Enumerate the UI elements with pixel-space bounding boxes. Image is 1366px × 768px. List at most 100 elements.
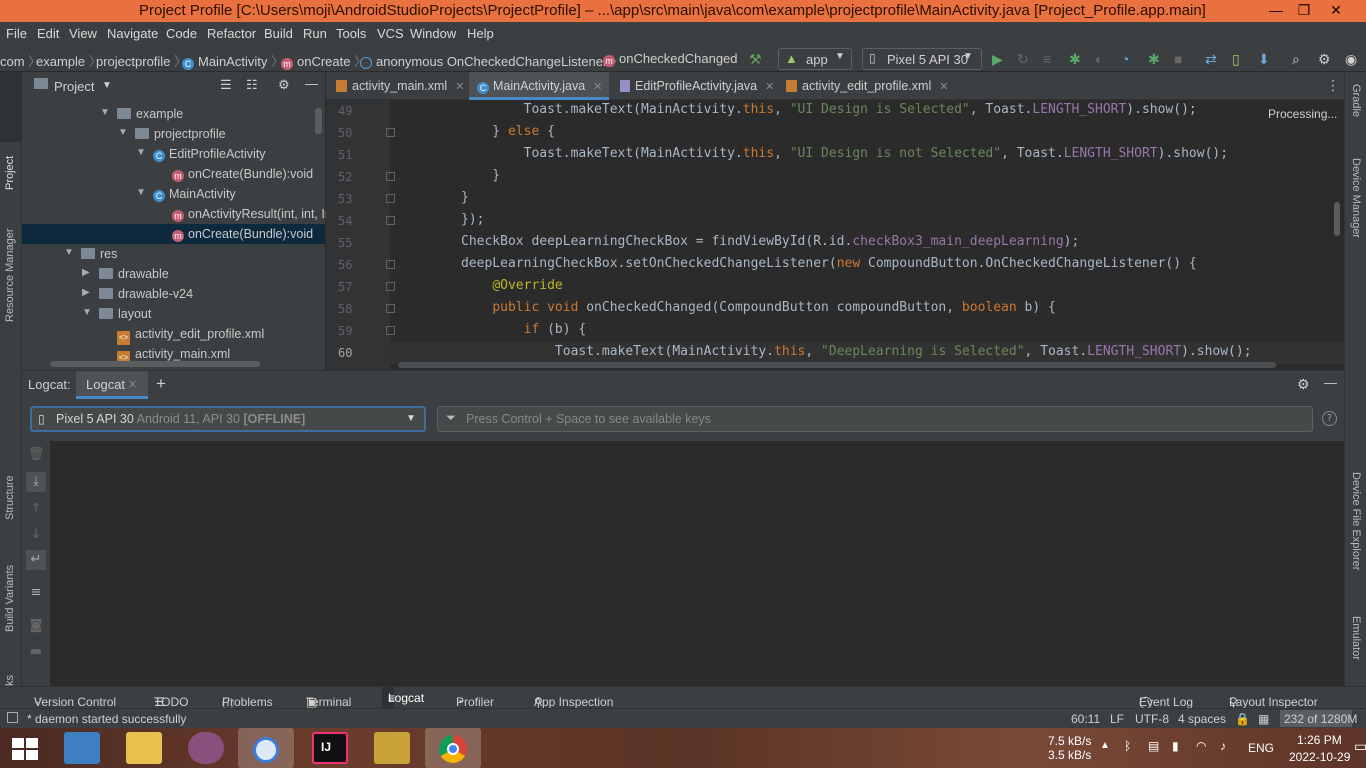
tree-item-onactivityresult[interactable]: m onActivityResult(int, int, In: [22, 204, 332, 224]
tool-window-emulator[interactable]: Emulator: [1350, 616, 1362, 660]
tool-window-device-file-explorer[interactable]: Device File Explorer: [1350, 472, 1362, 570]
hide-panel-icon[interactable]: —: [1324, 375, 1337, 390]
menu-help[interactable]: Help: [467, 26, 494, 41]
tree-item-projectprofile[interactable]: ▼ projectprofile: [22, 124, 325, 144]
profile-icon[interactable]: ◔: [1121, 51, 1129, 67]
code-line[interactable]: public void onCheckedChanged(CompoundBut…: [461, 300, 1056, 315]
breadcrumb-oncreate[interactable]: onCreate: [297, 54, 350, 69]
search-icon[interactable]: ⌕: [1292, 51, 1300, 67]
indent-setting[interactable]: 4 spaces: [1178, 712, 1226, 726]
breadcrumb-mainactivity[interactable]: MainActivity: [198, 54, 267, 69]
network-icon[interactable]: ▤: [1148, 739, 1159, 753]
file-explorer-icon[interactable]: [126, 732, 162, 764]
project-panel-title[interactable]: Project: [54, 79, 94, 94]
tool-window-gradle[interactable]: Gradle: [1350, 84, 1362, 117]
device-manager-icon[interactable]: ▯: [1232, 51, 1240, 67]
tree-item-layout[interactable]: ▼ layout: [22, 304, 325, 324]
fold-marker[interactable]: [386, 260, 395, 269]
wifi-icon[interactable]: ◠: [1196, 739, 1206, 753]
run-icon[interactable]: ▶: [992, 51, 1003, 67]
close-window-button[interactable]: ✕: [1318, 0, 1354, 22]
chrome-taskbar-active[interactable]: [425, 728, 481, 768]
folder-app-icon[interactable]: [374, 732, 410, 764]
fold-marker[interactable]: [386, 172, 395, 181]
tree-item-mainactivity[interactable]: ▼ C MainActivity: [22, 184, 325, 204]
android-studio-icon[interactable]: ◉: [1345, 51, 1357, 67]
file-encoding[interactable]: UTF-8: [1135, 712, 1169, 726]
screenshot-icon[interactable]: ◙: [26, 616, 46, 636]
tool-window-build-variants[interactable]: Build Variants: [4, 565, 16, 632]
line-separator[interactable]: LF: [1110, 712, 1124, 726]
tree-item-example[interactable]: ▼ example: [22, 104, 325, 124]
maximize-button[interactable]: ❐: [1286, 0, 1322, 22]
tab-editprofileactivity-java[interactable]: EditProfileActivity.java ✕: [610, 72, 775, 100]
clock-date[interactable]: 2022-10-29: [1289, 750, 1350, 764]
tree-item-drawable-v24[interactable]: ▶ drawable-v24: [22, 284, 325, 304]
notifications-icon[interactable]: ▭: [1354, 738, 1366, 755]
attach-debugger-icon[interactable]: ◐: [1095, 51, 1103, 67]
tree-item-oncreate-selected[interactable]: m onCreate(Bundle):void: [22, 224, 325, 244]
tree-item-activity-edit-profile-xml[interactable]: <> activity_edit_profile.xml: [22, 324, 325, 345]
menu-tools[interactable]: Tools: [336, 26, 366, 41]
horizontal-scrollbar[interactable]: [50, 361, 260, 367]
tree-item-oncreate[interactable]: m onCreate(Bundle):void: [22, 164, 325, 184]
run-config-selector[interactable]: ▲ app ▼: [778, 48, 852, 70]
help-icon[interactable]: ?: [1322, 411, 1337, 426]
screen-record-icon[interactable]: ▬: [26, 642, 46, 662]
menu-edit[interactable]: Edit: [37, 26, 59, 41]
menu-navigate[interactable]: Navigate: [107, 26, 158, 41]
fold-marker[interactable]: [386, 194, 395, 203]
lock-icon[interactable]: 🔒: [1235, 712, 1250, 726]
tool-window-structure[interactable]: Structure: [4, 475, 16, 520]
close-icon[interactable]: ✕: [765, 81, 774, 93]
code-line[interactable]: Toast.makeText(MainActivity.this, "UI De…: [461, 102, 1197, 117]
tab-activity-main-xml[interactable]: activity_main.xml ✕: [326, 72, 468, 100]
code-line[interactable]: @Override: [461, 278, 562, 293]
settings-gear-icon[interactable]: ⚙: [1297, 376, 1310, 393]
breadcrumb-anonymous-listener[interactable]: anonymous OnCheckedChangeListener: [376, 54, 607, 69]
settings-gear-icon[interactable]: ⚙: [1318, 51, 1331, 67]
expand-all-icon[interactable]: ☰: [220, 77, 232, 93]
volume-icon[interactable]: ♪: [1220, 739, 1226, 753]
chevron-down-icon[interactable]: ▼: [102, 80, 112, 91]
code-line[interactable]: }: [461, 168, 500, 183]
horizontal-scrollbar[interactable]: [398, 362, 1276, 368]
tree-item-res[interactable]: ▼ res: [22, 244, 325, 264]
sdk-manager-icon[interactable]: ⬇: [1258, 51, 1270, 67]
fold-marker[interactable]: [386, 304, 395, 313]
tab-logcat[interactable]: ≡ Logcat: [382, 687, 424, 709]
tool-window-resource-manager[interactable]: Resource Manager: [4, 228, 16, 322]
tree-item-drawable[interactable]: ▶ drawable: [22, 264, 325, 284]
breadcrumb-com[interactable]: com: [0, 54, 25, 69]
battery-icon[interactable]: ▮: [1172, 739, 1179, 753]
close-icon[interactable]: ✕: [593, 81, 602, 93]
windows-start-icon[interactable]: [12, 738, 38, 760]
hide-panel-icon[interactable]: —: [305, 76, 318, 91]
menu-window[interactable]: Window: [410, 26, 456, 41]
fold-marker[interactable]: [386, 282, 395, 291]
breadcrumb-example[interactable]: example: [36, 54, 85, 69]
tab-activity-edit-profile-xml[interactable]: activity_edit_profile.xml ✕: [776, 72, 956, 100]
menu-run[interactable]: Run: [303, 26, 327, 41]
vertical-scrollbar[interactable]: [1334, 202, 1340, 236]
vertical-scrollbar[interactable]: [315, 108, 322, 134]
collapse-all-icon[interactable]: ☷: [246, 77, 258, 93]
snipping-tool-icon[interactable]: [188, 732, 224, 764]
caret-position[interactable]: 60:11: [1071, 712, 1100, 726]
soft-wrap-icon[interactable]: ↵: [26, 550, 46, 570]
menu-refactor[interactable]: Refactor: [207, 26, 256, 41]
memory-indicator[interactable]: 232 of 1280M: [1280, 710, 1357, 727]
breadcrumb-oncheckedchanged[interactable]: onCheckedChanged: [619, 51, 738, 66]
code-line[interactable]: if (b) {: [461, 322, 587, 337]
fold-marker[interactable]: [386, 128, 395, 137]
code-line[interactable]: } else {: [461, 124, 555, 139]
debug-icon[interactable]: ✱: [1069, 51, 1081, 67]
logcat-tab[interactable]: Logcat ✕: [76, 371, 148, 399]
next-occurrence-icon[interactable]: ↓: [26, 525, 46, 545]
menu-build[interactable]: Build: [264, 26, 293, 41]
close-icon[interactable]: ✕: [939, 81, 948, 93]
format-icon[interactable]: ≡: [26, 583, 46, 603]
build-hammer-icon[interactable]: ⚒: [749, 51, 762, 67]
scroll-to-end-icon[interactable]: ⤓: [26, 472, 46, 492]
tool-window-project[interactable]: Project: [4, 156, 16, 190]
